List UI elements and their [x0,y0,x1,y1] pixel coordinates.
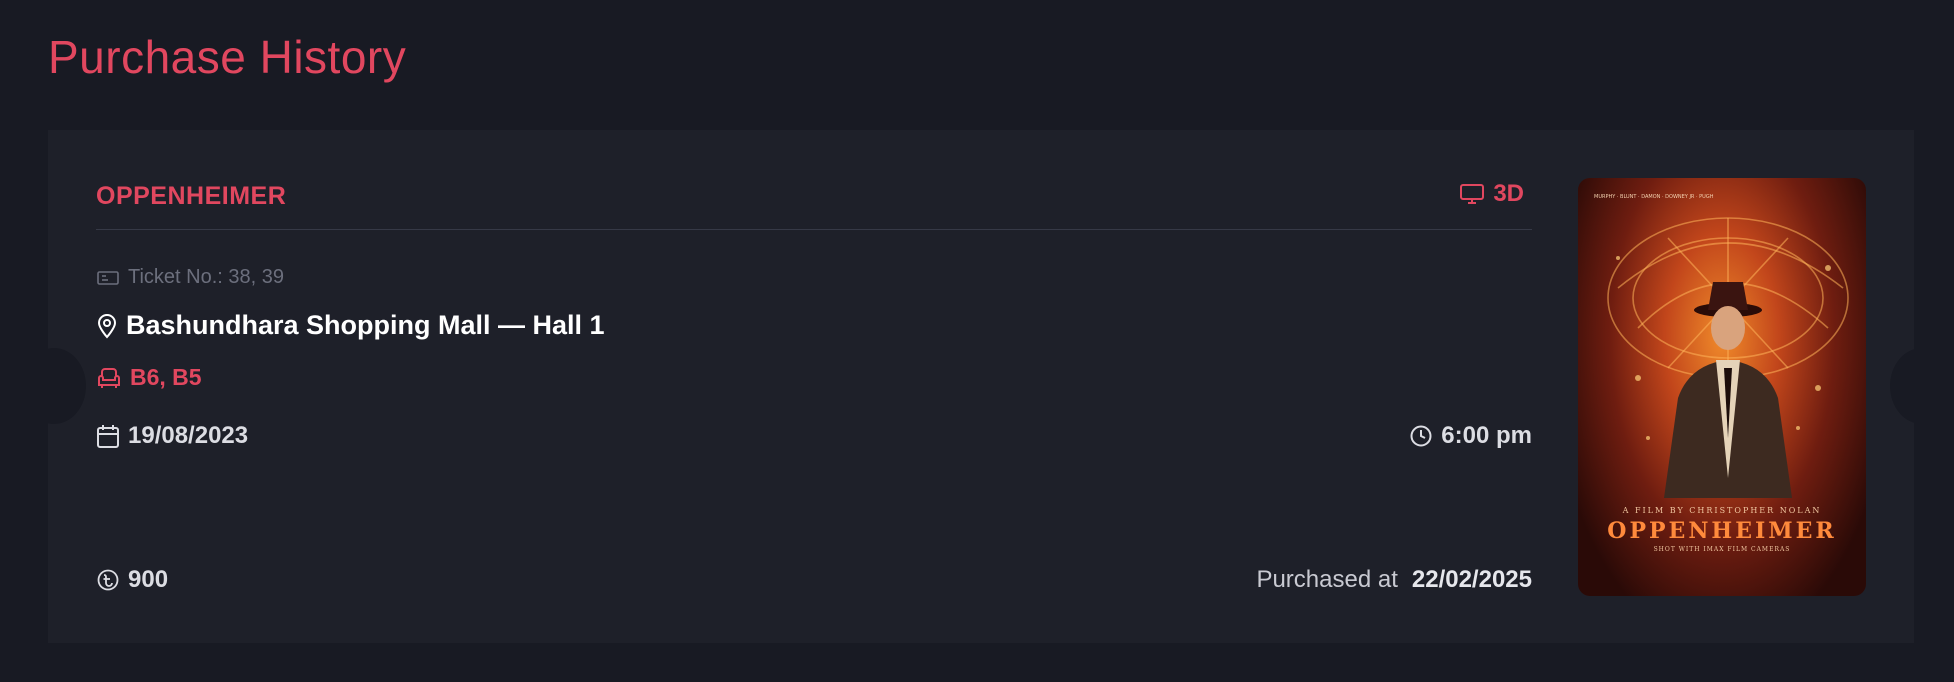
map-pin-icon [96,313,118,339]
format-label: 3D [1493,180,1524,207]
purchase-card[interactable]: OPPENHEIMER 3D Ticket No.: 38, 39 Bashun… [48,130,1914,643]
seats-row: B6, B5 [96,364,202,391]
purchased-date: 22/02/2025 [1411,566,1532,593]
purchased-label: Purchased at [1256,566,1398,593]
price-row: 900 [96,566,168,594]
page-title: Purchase History [48,31,407,83]
time-row: 6:00 pm [1409,422,1532,450]
poster-title: OPPENHEIMER [1607,518,1837,544]
venue-text: Bashundhara Shopping Mall — Hall 1 [126,310,605,340]
svg-text:MURPHY · BLUNT · DAMON · DOWNE: MURPHY · BLUNT · DAMON · DOWNEY JR · PUG… [1594,194,1714,200]
date-text: 19/08/2023 [128,422,249,449]
ticket-notch-right [1890,348,1914,424]
taka-icon [96,568,120,592]
date-row: 19/08/2023 [96,422,248,450]
clock-icon [1409,424,1433,448]
armchair-icon [96,366,122,390]
seats-text: B6, B5 [130,364,202,390]
movie-poster[interactable]: MURPHY · BLUNT · DAMON · DOWNEY JR · PUG… [1578,178,1866,596]
price-text: 900 [128,566,169,593]
movie-title: OPPENHEIMER [96,182,287,210]
header-divider [96,229,1532,230]
time-text: 6:00 pm [1441,422,1532,449]
purchased-at: Purchased at 22/02/2025 [1256,566,1532,594]
monitor-icon [1459,182,1485,206]
ticket-icon [96,269,120,287]
ticket-number-row: Ticket No.: 38, 39 [96,266,284,289]
format-badge: 3D [1459,180,1524,208]
ticket-number-text: Ticket No.: 38, 39 [128,266,284,288]
ticket-notch-left [48,348,86,424]
poster-tagline: SHOT WITH IMAX FILM CAMERAS [1653,546,1791,553]
poster-credit: A FILM BY CHRISTOPHER NOLAN [1622,506,1822,515]
venue-row: Bashundhara Shopping Mall — Hall 1 [96,310,605,341]
calendar-icon [96,423,120,449]
